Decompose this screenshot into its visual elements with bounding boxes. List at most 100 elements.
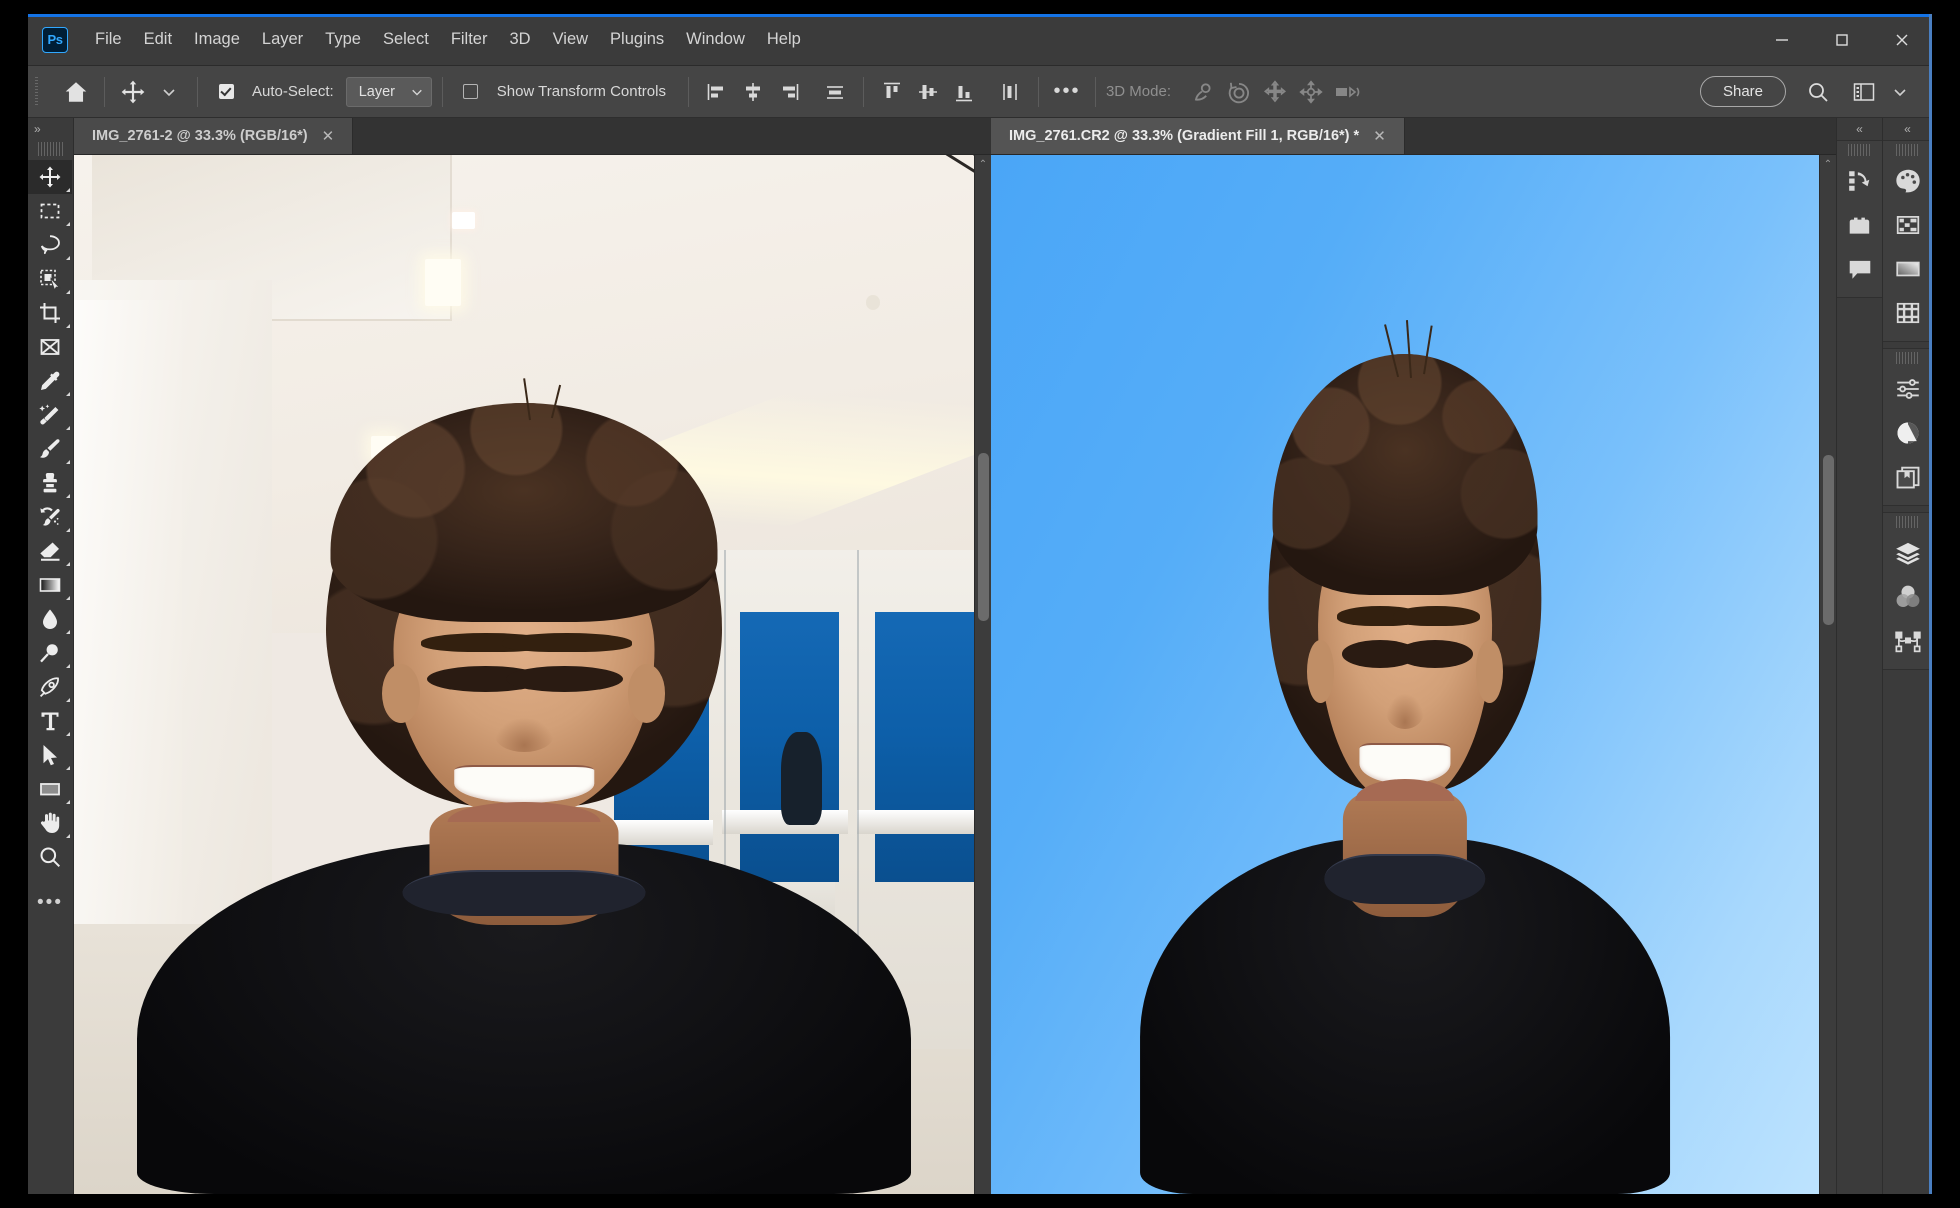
auto-select-scope-dropdown[interactable]: Layer [345, 76, 432, 107]
menu-item-window[interactable]: Window [675, 24, 756, 55]
tool-preset-chevron-down-icon[interactable] [151, 74, 187, 110]
align-vertical-centers-button[interactable] [910, 74, 946, 110]
sidebar-item-brush-tool[interactable] [28, 432, 72, 466]
sidebar-item-horizontal-type-tool[interactable] [28, 704, 72, 738]
canvas-2[interactable] [991, 155, 1819, 1194]
channels-panel-icon[interactable] [1883, 575, 1932, 619]
dock-group-grip[interactable] [1895, 144, 1920, 156]
sidebar-item-hand-tool[interactable] [28, 806, 72, 840]
home-icon[interactable] [58, 74, 94, 110]
color-panel-icon[interactable] [1883, 159, 1932, 203]
sidebar-item-eraser-tool[interactable] [28, 534, 72, 568]
office-selfie-photo [74, 155, 974, 1194]
sidebar-item-clone-stamp-tool[interactable] [28, 466, 72, 500]
search-icon[interactable] [1800, 74, 1836, 110]
gradients-panel-icon[interactable] [1883, 247, 1932, 291]
sidebar-item-move-tool[interactable] [28, 160, 72, 194]
maximize-button[interactable] [1812, 14, 1872, 65]
menu-item-edit[interactable]: Edit [133, 24, 183, 55]
canvas-1[interactable] [74, 155, 974, 1194]
menu-item-select[interactable]: Select [372, 24, 440, 55]
adjustments-panel-icon[interactable] [1883, 367, 1932, 411]
tool-group-indicator [66, 188, 70, 192]
roll-3d-object-icon[interactable] [1221, 74, 1257, 110]
sidebar-item-dodge-tool[interactable] [28, 636, 72, 670]
sidebar-item-spot-healing-brush-tool[interactable] [28, 398, 72, 432]
more-options-button[interactable]: ••• [1049, 74, 1085, 110]
dock-group-grip[interactable] [1895, 352, 1920, 364]
menu-item-plugins[interactable]: Plugins [599, 24, 675, 55]
sidebar-item-crop-tool[interactable] [28, 296, 72, 330]
workspace-switcher-icon[interactable] [1846, 74, 1882, 110]
toolbar-collapse-button[interactable]: » [28, 118, 73, 140]
sidebar-item-gradient-tool[interactable] [28, 568, 72, 602]
scrollbar-thumb[interactable] [1823, 455, 1834, 625]
tab-img-2761-2[interactable]: IMG_2761-2 @ 33.3% (RGB/16*) ✕ [74, 118, 354, 154]
move-tool-icon[interactable] [115, 74, 151, 110]
scale-3d-object-icon[interactable] [1329, 74, 1365, 110]
tool-group-indicator [66, 698, 70, 702]
menu-item-image[interactable]: Image [183, 24, 251, 55]
align-horizontal-centers-button[interactable] [735, 74, 771, 110]
sidebar-item-eyedropper-tool[interactable] [28, 364, 72, 398]
layers-panel-icon[interactable] [1883, 531, 1932, 575]
vertical-scrollbar-1[interactable]: ⌃ [974, 155, 991, 1194]
distribute-horizontally-button[interactable] [817, 74, 853, 110]
close-button[interactable] [1872, 14, 1932, 65]
sidebar-item-blur-tool[interactable] [28, 602, 72, 636]
distribute-vertically-button[interactable] [992, 74, 1028, 110]
vertical-scrollbar-2[interactable]: ⌃ [1819, 155, 1836, 1194]
close-icon[interactable]: ✕ [322, 127, 335, 145]
comments-panel-icon[interactable] [1837, 247, 1882, 291]
align-bottom-edges-button[interactable] [946, 74, 982, 110]
history-panel-icon[interactable] [1837, 159, 1882, 203]
menu-item-layer[interactable]: Layer [251, 24, 314, 55]
toolbar-grip[interactable] [37, 142, 64, 156]
sidebar-item-object-selection-tool[interactable] [28, 262, 72, 296]
libraries-panel-icon[interactable] [1837, 203, 1882, 247]
sidebar-item-lasso-tool[interactable] [28, 228, 72, 262]
swatches-panel-icon[interactable] [1883, 203, 1932, 247]
tab-img-2761-cr2[interactable]: IMG_2761.CR2 @ 33.3% (Gradient Fill 1, R… [991, 118, 1405, 154]
align-top-edges-button[interactable] [874, 74, 910, 110]
auto-select-checkbox[interactable] [208, 74, 244, 110]
properties-panel-icon[interactable] [1883, 411, 1932, 455]
scroll-up-arrow-icon[interactable]: ⌃ [975, 160, 991, 170]
options-bar-grip[interactable] [33, 76, 42, 107]
dock-group-grip[interactable] [1895, 516, 1920, 528]
sidebar-item-path-selection-tool[interactable] [28, 738, 72, 772]
align-right-edges-button[interactable] [771, 74, 807, 110]
sidebar-item-rectangular-marquee-tool[interactable] [28, 194, 72, 228]
menu-item-3d[interactable]: 3D [498, 24, 541, 55]
sidebar-item-zoom-tool[interactable] [28, 840, 72, 874]
scrollbar-thumb[interactable] [978, 453, 989, 621]
close-icon[interactable]: ✕ [1373, 127, 1386, 145]
menu-item-filter[interactable]: Filter [440, 24, 499, 55]
patterns-panel-icon[interactable] [1883, 291, 1932, 335]
dock-group-grip[interactable] [1847, 144, 1872, 156]
dock-collapse-button-left[interactable]: « [1837, 118, 1882, 140]
share-button[interactable]: Share [1699, 76, 1786, 107]
menu-item-help[interactable]: Help [756, 24, 812, 55]
show-transform-controls-checkbox[interactable] [453, 74, 489, 110]
libraries-stack-panel-icon[interactable] [1883, 455, 1932, 499]
drag-3d-object-icon[interactable] [1257, 74, 1293, 110]
sidebar-item-pen-tool[interactable] [28, 670, 72, 704]
workspace-chevron-down-icon[interactable] [1882, 74, 1918, 110]
align-left-edges-button[interactable] [699, 74, 735, 110]
dock-collapse-button-right[interactable]: « [1883, 118, 1932, 140]
toolbar-overflow-button[interactable]: ••• [28, 886, 72, 920]
sidebar-item-history-brush-tool[interactable] [28, 500, 72, 534]
canvas-wrap-1: ⌃ [74, 155, 991, 1194]
minimize-button[interactable] [1752, 14, 1812, 65]
scroll-up-arrow-icon[interactable]: ⌃ [1820, 160, 1836, 170]
rotate-3d-object-icon[interactable] [1185, 74, 1221, 110]
menu-item-view[interactable]: View [542, 24, 599, 55]
menu-item-type[interactable]: Type [314, 24, 372, 55]
tool-group-indicator [66, 494, 70, 498]
sidebar-item-rectangle-tool[interactable] [28, 772, 72, 806]
slide-3d-object-icon[interactable] [1293, 74, 1329, 110]
paths-panel-icon[interactable] [1883, 619, 1932, 663]
sidebar-item-frame-tool[interactable] [28, 330, 72, 364]
menu-item-file[interactable]: File [84, 24, 133, 55]
